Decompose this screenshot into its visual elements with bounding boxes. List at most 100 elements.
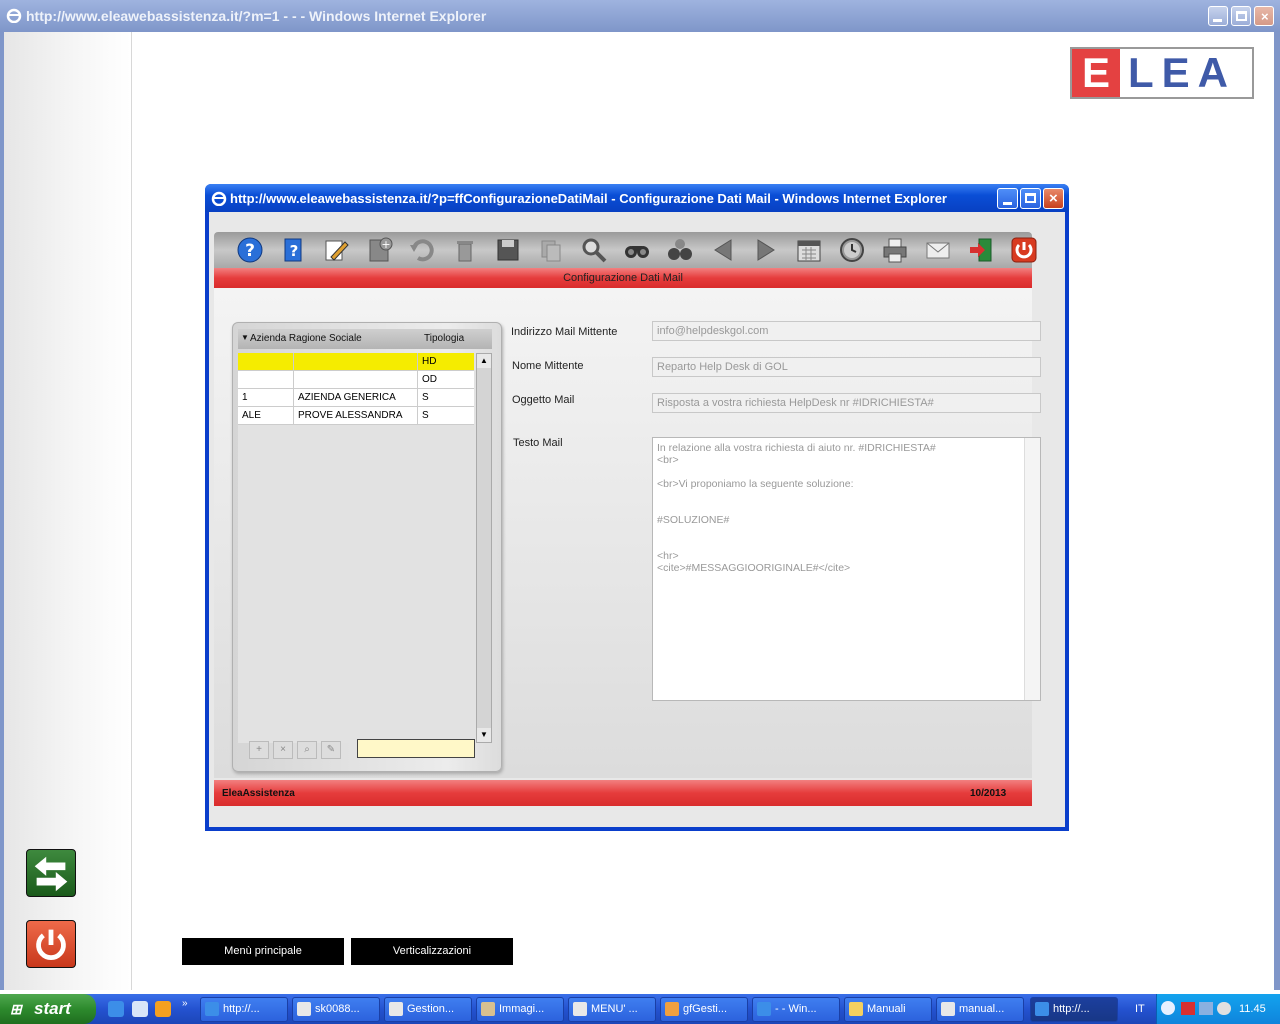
taskbar-item[interactable]: Immagi... [476,997,564,1022]
edit-row-button[interactable]: ✎ [321,741,341,759]
subject-label: Oggetto Mail [512,394,575,406]
cell-type: S [422,392,429,403]
sender-name-field[interactable]: Reparto Help Desk di GOL [652,357,1041,377]
power-icon[interactable] [1010,236,1038,264]
ie-icon [6,8,22,23]
taskbar-item[interactable]: Gestion... [384,997,472,1022]
table-row[interactable]: HD [238,353,474,371]
network-icon[interactable] [1199,1002,1213,1015]
scroll-up-icon[interactable]: ▲ [477,354,491,368]
clock-icon[interactable] [838,236,866,264]
ie-icon [1035,1002,1049,1016]
cell-code: 1 [238,389,294,407]
taskbar-item[interactable]: http://... [200,997,288,1022]
clock: 11.45 [1239,1003,1266,1015]
sort-arrow-icon[interactable]: ▼ [241,333,249,342]
taskbar-item[interactable]: sk0088... [292,997,380,1022]
inner-close-button[interactable]: × [1043,188,1064,209]
mail-body-textarea[interactable]: In relazione alla vostra richiesta di ai… [652,437,1041,701]
footer-version: 10/2013 [970,788,1007,799]
inner-minimize-button[interactable] [997,188,1018,209]
inner-maximize-button[interactable] [1020,188,1041,209]
verticalizzazioni-button[interactable]: Verticalizzazioni [351,938,513,965]
outer-window-title: http://www.eleawebassistenza.it/?m=1 - -… [26,8,487,24]
print-icon[interactable] [881,236,909,264]
grid-header-company[interactable]: Azienda Ragione Sociale [250,333,362,344]
main-menu-button[interactable]: Menù principale [182,938,344,965]
mail-icon[interactable] [924,236,952,264]
grid-header-type[interactable]: Tipologia [424,333,464,344]
table-row[interactable]: 1 AZIENDA GENERICA S [238,389,474,407]
search-icon[interactable] [580,236,608,264]
svg-text:?: ? [290,242,299,260]
close-button[interactable]: × [1254,6,1274,26]
cell-name: AZIENDA GENERICA [294,389,418,407]
delete-icon[interactable] [451,236,479,264]
outlook-quicklaunch-icon[interactable] [132,1001,148,1017]
remove-row-button[interactable]: × [273,741,293,759]
cell-name: PROVE ALESSANDRA [294,407,418,425]
ie-icon [757,1002,771,1016]
grid-scrollbar[interactable]: ▲ ▼ [476,353,492,743]
image-icon [481,1002,495,1016]
inner-window-body: ? ? + Configurazione Dati Mail ▼ Azienda… [209,212,1065,827]
tray-app-icon[interactable] [1181,1002,1195,1015]
taskbar-item-active[interactable]: http://... [1030,997,1118,1022]
exit-icon[interactable] [967,236,995,264]
copy-icon[interactable] [537,236,565,264]
taskbar-item[interactable]: Manuali [844,997,932,1022]
search-row-button[interactable]: ⌕ [297,741,317,759]
inner-window-titlebar: http://www.eleawebassistenza.it/?p=ffCon… [205,184,1069,212]
help-icon[interactable]: ? [236,236,264,264]
logout-power-icon[interactable] [26,920,76,968]
advanced-search-icon[interactable] [666,236,694,264]
new-icon[interactable]: + [365,236,393,264]
logo-letter-e: E [1072,49,1120,97]
page-title: Configurazione Dati Mail [214,268,1032,288]
ie-quicklaunch-icon[interactable] [108,1001,124,1017]
cell-code: ALE [238,407,294,425]
save-icon[interactable] [494,236,522,264]
start-button[interactable]: ⊞ start [0,994,96,1024]
quicklaunch-more-icon[interactable]: » [182,998,188,1009]
tray-update-icon[interactable] [1217,1002,1231,1015]
body-label: Testo Mail [513,437,563,449]
minimize-button[interactable] [1208,6,1228,26]
table-row[interactable]: OD [238,371,474,389]
maximize-button[interactable] [1231,6,1251,26]
taskbar-item[interactable]: gfGesti... [660,997,748,1022]
window-border-right [1274,32,1280,990]
taskbar-item[interactable]: - - Win... [752,997,840,1022]
start-label: start [34,999,71,1018]
cell-name [294,353,418,371]
mail-body-scrollbar[interactable] [1024,438,1040,700]
subject-field[interactable]: Risposta a vostra richiesta HelpDesk nr … [652,393,1041,413]
app-toolbar: ? ? + [214,232,1037,268]
add-row-button[interactable]: + [249,741,269,759]
svg-text:+: + [381,238,390,251]
next-icon[interactable] [752,236,780,264]
windows-logo-icon: ⊞ [10,1001,22,1017]
language-indicator[interactable]: IT [1135,1003,1145,1015]
document-icon [573,1002,587,1016]
taskbar-item[interactable]: manual... [936,997,1024,1022]
tray-expand-icon[interactable] [1161,1001,1175,1015]
grid-header[interactable]: ▼ Azienda Ragione Sociale Tipologia [238,329,492,349]
grid-filter-input[interactable] [357,739,475,758]
edit-icon[interactable] [322,236,350,264]
table-row[interactable]: ALE PROVE ALESSANDRA S [238,407,474,425]
switch-icon[interactable] [26,849,76,897]
undo-icon[interactable] [408,236,436,264]
scroll-down-icon[interactable]: ▼ [477,728,491,742]
prev-icon[interactable] [709,236,737,264]
taskbar-item[interactable]: MENU' ... [568,997,656,1022]
find-icon[interactable] [623,236,651,264]
sender-address-field[interactable]: info@helpdeskgol.com [652,321,1041,341]
ie-icon [205,1002,219,1016]
config-mail-window: http://www.eleawebassistenza.it/?p=ffCon… [205,184,1069,831]
sender-name-label: Nome Mittente [512,360,584,372]
info-icon[interactable]: ? [279,236,307,264]
sender-address-label: Indirizzo Mail Mittente [511,326,618,338]
calendar-icon[interactable] [795,236,823,264]
media-quicklaunch-icon[interactable] [155,1001,171,1017]
